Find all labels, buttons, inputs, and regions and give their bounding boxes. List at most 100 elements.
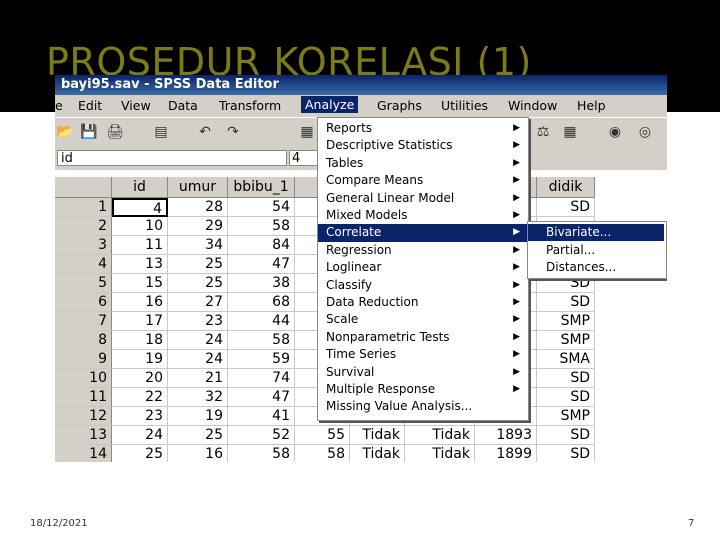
grid-cell[interactable]: SD [537,198,595,217]
menu-item-mixed-models[interactable]: Mixed Models ▶ [318,207,528,224]
menu-help[interactable]: Help [577,98,606,113]
grid-cell[interactable]: SMP [537,331,595,350]
menu-item-survival[interactable]: Survival ▶ [318,364,528,381]
grid-cell[interactable]: 25 [168,426,228,445]
row-number[interactable]: 8 [55,331,112,350]
grid-cell[interactable]: 24 [112,426,168,445]
use-sets-icon[interactable]: ◉ [605,123,625,141]
grid-cell[interactable]: 29 [168,217,228,236]
column-header[interactable]: umur [168,177,228,198]
goto-chart-icon[interactable]: ▦ [297,123,317,141]
grid-cell[interactable]: SD [537,445,595,462]
grid-cell[interactable]: 38 [228,274,295,293]
grid-cell[interactable]: 19 [112,350,168,369]
grid-cell[interactable]: 23 [112,407,168,426]
grid-cell[interactable]: 20 [112,369,168,388]
grid-cell[interactable]: SMA [537,350,595,369]
grid-cell[interactable]: 47 [228,388,295,407]
grid-cell[interactable]: 24 [168,350,228,369]
grid-cell[interactable]: Tidak [405,445,475,462]
grid-cell[interactable]: 68 [228,293,295,312]
grid-cell[interactable]: 74 [228,369,295,388]
menu-item-regression[interactable]: Regression ▶ [318,242,528,259]
grid-cell[interactable]: 25 [168,274,228,293]
menu-item-reports[interactable]: Reports ▶ [318,120,528,137]
menu-transform[interactable]: Transform [219,98,281,113]
menu-item-descriptive-statistics[interactable]: Descriptive Statistics ▶ [318,137,528,154]
grid-cell[interactable]: 23 [168,312,228,331]
undo-icon[interactable]: ↶ [195,123,215,141]
column-header[interactable]: id [112,177,168,198]
menu-item-missing-value-analysis[interactable]: Missing Value Analysis... [318,398,528,415]
column-header[interactable]: bbibu_1 [228,177,295,198]
grid-icon[interactable]: ▦ [560,123,580,141]
grid-cell[interactable]: Tidak [405,426,475,445]
print-icon[interactable]: 🖨 [105,123,125,141]
row-number[interactable]: 1 [55,198,112,217]
row-number[interactable]: 14 [55,445,112,462]
grid-cell[interactable]: 18 [112,331,168,350]
grid-cell[interactable]: 44 [228,312,295,331]
grid-cell[interactable]: 4 [112,198,168,217]
grid-cell[interactable]: 58 [228,217,295,236]
menu-analyze[interactable]: Analyze [301,96,359,113]
grid-cell[interactable]: SD [537,293,595,312]
menu-item-classify[interactable]: Classify ▶ [318,277,528,294]
menu-item-time-series[interactable]: Time Series ▶ [318,346,528,363]
grid-cell[interactable]: 13 [112,255,168,274]
row-number[interactable]: 7 [55,312,112,331]
grid-cell[interactable]: 54 [228,198,295,217]
grid-cell[interactable]: 11 [112,236,168,255]
redo-icon[interactable]: ↷ [223,123,243,141]
grid-cell[interactable]: 34 [168,236,228,255]
menu-item-loglinear[interactable]: Loglinear ▶ [318,259,528,276]
row-number[interactable]: 13 [55,426,112,445]
menu-item-data-reduction[interactable]: Data Reduction ▶ [318,294,528,311]
grid-cell[interactable]: 25 [112,445,168,462]
grid-cell[interactable]: 84 [228,236,295,255]
row-number[interactable]: 10 [55,369,112,388]
open-icon[interactable]: 📂 [55,123,75,141]
menu-file-partial[interactable]: e [55,98,63,113]
menu-item-tables[interactable]: Tables ▶ [318,155,528,172]
grid-cell[interactable]: 41 [228,407,295,426]
menu-item-multiple-response[interactable]: Multiple Response ▶ [318,381,528,398]
cell-reference[interactable]: id [57,150,287,166]
show-all-icon[interactable]: ◎ [635,123,655,141]
grid-cell[interactable]: SMP [537,407,595,426]
grid-cell[interactable]: 16 [168,445,228,462]
grid-cell[interactable]: 16 [112,293,168,312]
row-number[interactable]: 2 [55,217,112,236]
grid-cell[interactable]: 15 [112,274,168,293]
grid-cell[interactable]: 27 [168,293,228,312]
row-number[interactable]: 4 [55,255,112,274]
menu-window[interactable]: Window [508,98,557,113]
grid-cell[interactable]: 59 [228,350,295,369]
grid-cell[interactable]: 10 [112,217,168,236]
grid-cell[interactable]: 58 [228,445,295,462]
grid-cell[interactable]: 21 [168,369,228,388]
menu-item-scale[interactable]: Scale ▶ [318,311,528,328]
menu-utilities[interactable]: Utilities [441,98,488,113]
grid-cell[interactable]: Tidak [350,445,405,462]
grid-cell[interactable]: 47 [228,255,295,274]
grid-cell[interactable]: 19 [168,407,228,426]
submenu-item-bivariate[interactable]: Bivariate... [528,224,664,241]
menu-item-nonparametric-tests[interactable]: Nonparametric Tests ▶ [318,329,528,346]
grid-cell[interactable]: 55 [295,426,350,445]
grid-cell[interactable]: SMP [537,312,595,331]
grid-cell[interactable]: 24 [168,331,228,350]
grid-cell[interactable]: 58 [228,331,295,350]
grid-cell[interactable]: 58 [295,445,350,462]
grid-cell[interactable]: SD [537,426,595,445]
grid-cell[interactable]: Tidak [350,426,405,445]
grid-cell[interactable]: 1893 [475,426,537,445]
grid-cell[interactable]: 25 [168,255,228,274]
submenu-item-partial[interactable]: Partial... [528,242,664,259]
grid-cell[interactable]: 1899 [475,445,537,462]
scale-icon[interactable]: ⚖ [533,123,553,141]
menu-item-correlate[interactable]: Correlate ▶ [318,224,528,242]
grid-cell[interactable]: 22 [112,388,168,407]
grid-cell[interactable]: 28 [168,198,228,217]
row-number[interactable]: 5 [55,274,112,293]
